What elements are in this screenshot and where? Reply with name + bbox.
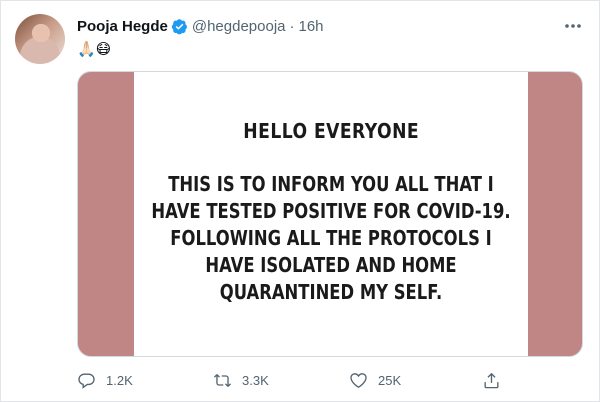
retweet-icon [213,373,232,387]
more-dots-icon[interactable] [563,17,583,35]
like-count: 25K [378,372,402,388]
display-name[interactable]: Pooja Hegde [77,18,168,35]
tweet-actions: 1.2K 3.3K 25K [77,369,507,391]
retweet-count: 3.3K [242,372,269,388]
announcement-heading: HELLO EVERYONE [243,118,419,143]
announcement-card: HELLO EVERYONE THIS IS TO INFORM YOU ALL… [134,72,528,356]
tweet-image[interactable]: HELLO EVERYONE THIS IS TO INFORM YOU ALL… [77,71,583,357]
reply-icon [78,372,95,389]
tweet-card[interactable]: Pooja Hegde @hegdepooja · 16h 🙏🏻😷 HELLO … [0,0,600,402]
verified-badge-icon [171,18,187,34]
share-icon [484,372,499,388]
separator-dot: · [289,17,295,35]
tweet-text: 🙏🏻😷 [77,40,112,58]
reply-button[interactable]: 1.2K [77,371,133,390]
avatar[interactable] [15,14,65,64]
retweet-button[interactable]: 3.3K [213,371,269,390]
timestamp[interactable]: 16h [299,18,324,35]
share-button[interactable] [482,371,511,390]
tweet-header: Pooja Hegde @hegdepooja · 16h [77,15,324,37]
reply-count: 1.2K [106,372,133,388]
announcement-body: THIS IS TO INFORM YOU ALL THAT I HAVE TE… [151,171,511,304]
heart-icon [350,372,367,388]
user-handle[interactable]: @hegdepooja [192,18,286,35]
like-button[interactable]: 25K [349,371,401,390]
